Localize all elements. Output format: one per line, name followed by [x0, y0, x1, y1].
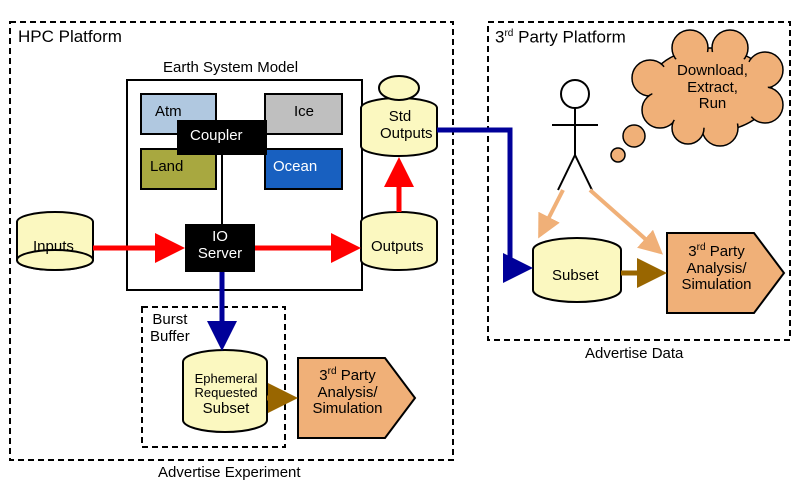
cloud-label: Download,Extract,Run: [670, 63, 755, 113]
coupler-label: Coupler: [190, 128, 243, 145]
esm-title: Earth System Model: [163, 60, 298, 77]
advertise-exp-label: Advertise Experiment: [158, 465, 301, 482]
advertise-data-label: Advertise Data: [585, 346, 683, 363]
ocean-label: Ocean: [273, 159, 317, 176]
party-title: 3rd Party Platform: [495, 28, 626, 47]
inputs-label: Inputs: [33, 239, 74, 256]
stick-figure-icon: [552, 80, 598, 190]
std-outputs-label: StdOutputs: [380, 109, 420, 142]
arrow-stick-subset: [540, 190, 563, 235]
analysis-right-label: 3rd Party Analysis/ Simulation: [674, 242, 759, 294]
arrow-std-subset: [437, 130, 528, 268]
hpc-title: HPC Platform: [18, 28, 122, 47]
outputs-label: Outputs: [371, 239, 424, 256]
ice-label: Ice: [294, 104, 314, 121]
atm-label: Atm: [155, 104, 182, 121]
subset-label: Subset: [552, 268, 599, 285]
land-label: Land: [150, 159, 183, 176]
io-server-label: IOServer: [197, 229, 243, 262]
burst-buffer-label: BurstBuffer: [150, 312, 190, 345]
ephemeral-label: EphemeralRequestedSubset: [188, 372, 264, 417]
analysis-left-label: 3rd Party Analysis/ Simulation: [305, 366, 390, 418]
